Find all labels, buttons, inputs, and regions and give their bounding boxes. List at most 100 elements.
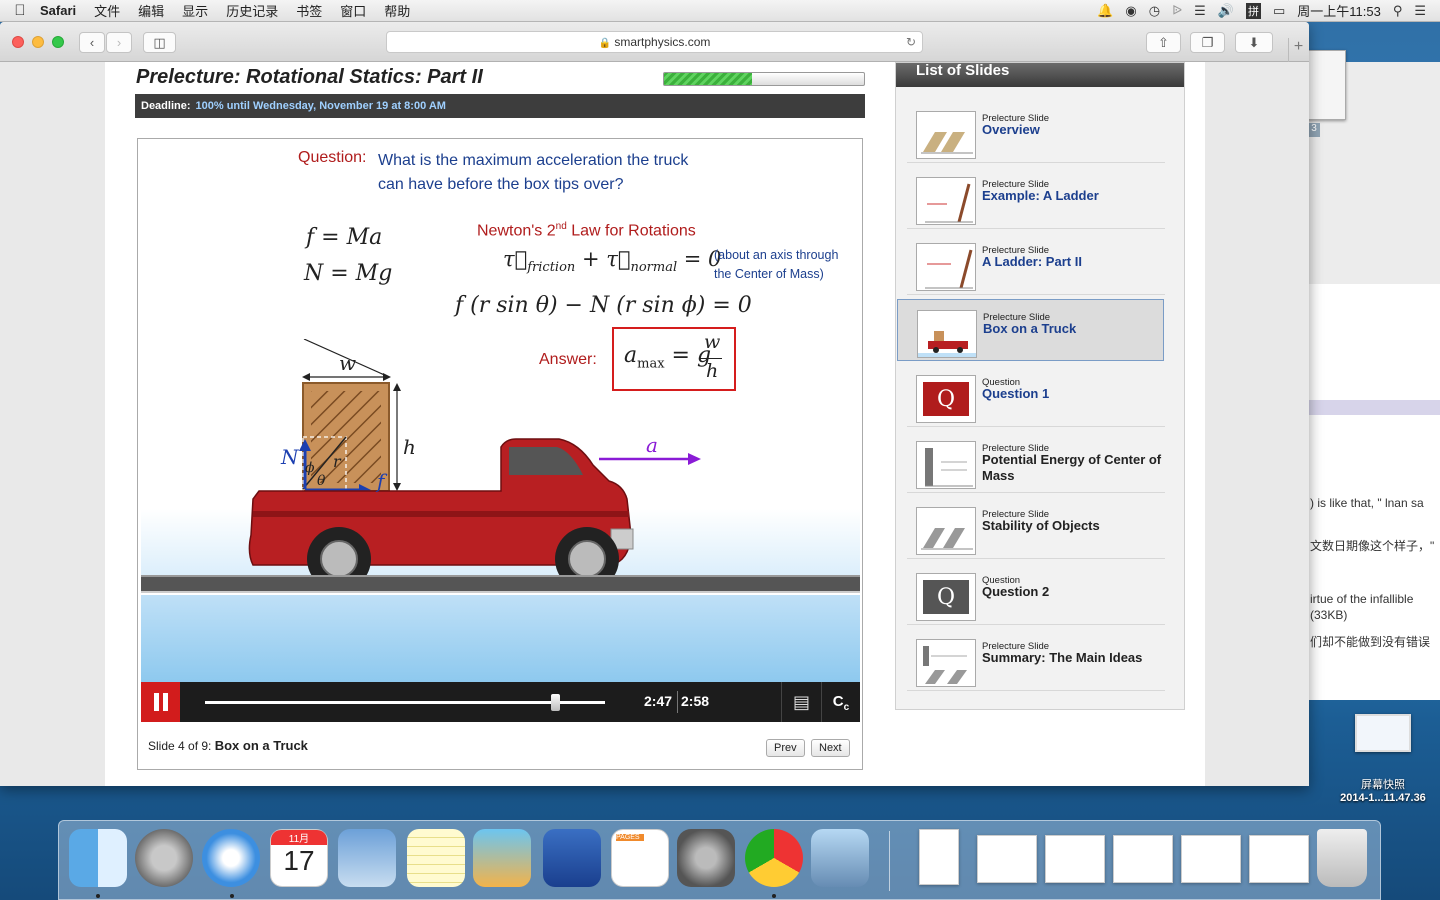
slide-thumbnail: Q <box>916 573 976 621</box>
menu-window[interactable]: 窗口 <box>340 1 366 20</box>
notification-bell-icon[interactable]: 🔔 <box>1097 3 1113 19</box>
question-icon: Q <box>923 382 969 416</box>
slide-list-item[interactable]: Prelecture Slide Summary: The Main Ideas <box>907 629 1165 691</box>
equation-torque-sum: τ⃗friction + τ⃗normal = 0 <box>503 247 722 276</box>
slide-list-item[interactable]: Prelecture Slide Example: A Ladder <box>907 167 1165 229</box>
minimized-window-thumbnail[interactable] <box>1249 835 1309 883</box>
browser-toolbar: ‹ › ◫ 🔒 smartphysics.com ↻ ⇧ ❐ ⬇ + <box>0 22 1309 62</box>
menu-bookmarks[interactable]: 书签 <box>296 1 322 20</box>
minimized-window-thumbnail[interactable] <box>1113 835 1173 883</box>
slide-thumbnail <box>916 111 976 159</box>
volume-icon[interactable]: 🔊 <box>1218 3 1234 19</box>
seek-bar[interactable] <box>205 701 605 704</box>
downloads-button[interactable]: ⬇ <box>1235 32 1273 53</box>
dictionary-icon[interactable] <box>543 829 601 887</box>
menu-edit[interactable]: 编辑 <box>138 1 164 20</box>
menu-clock[interactable]: 周一上午11:53 <box>1297 1 1381 20</box>
app-menu[interactable]: Safari <box>40 3 76 18</box>
slide-footer: Slide 4 of 9: Box on a Truck <box>148 738 308 753</box>
slide-list-item[interactable]: Prelecture Slide A Ladder: Part II <box>907 233 1165 295</box>
minimize-window-button[interactable] <box>32 36 44 48</box>
close-window-button[interactable] <box>12 36 24 48</box>
minimized-window-thumbnail[interactable] <box>1181 835 1241 883</box>
seek-handle[interactable] <box>551 694 560 711</box>
trash-icon[interactable] <box>1317 829 1367 887</box>
sky-reflection <box>141 595 860 684</box>
reload-icon[interactable]: ↻ <box>906 32 916 53</box>
next-button[interactable]: Next <box>811 739 850 757</box>
slide-list-panel: List of Slides Prelecture Slide Overview… <box>895 62 1185 710</box>
safari-icon[interactable] <box>202 829 260 887</box>
input-method-icon[interactable]: 拼 <box>1245 2 1261 19</box>
background-text-line: irtue of the infallible <box>1310 592 1414 606</box>
menu-history[interactable]: 历史记录 <box>226 1 278 20</box>
notes-icon[interactable]: ▤ <box>781 682 821 722</box>
current-time: 2:47 <box>644 693 673 709</box>
background-text-line: 们却不能做到没有错误 <box>1310 635 1431 649</box>
road <box>141 575 860 593</box>
slide-list-item[interactable]: Q Question Question 2 <box>907 563 1165 625</box>
slide-title: Question 1 <box>982 386 1050 401</box>
notes-app-icon[interactable] <box>407 829 465 887</box>
running-indicator <box>772 894 776 898</box>
battery-icon[interactable]: ▭ <box>1273 3 1285 19</box>
video-player-controls: 2:47 2:58 ▤ Cc <box>141 682 860 722</box>
background-window-band <box>1308 400 1440 415</box>
sidebar-toggle-button[interactable]: ◫ <box>143 32 176 53</box>
label-width-w: w <box>339 351 357 375</box>
slide-list-item-active[interactable]: Prelecture Slide Box on a Truck <box>897 299 1164 361</box>
desktop-screenshot-file[interactable]: 屏幕快照 2014-1...11.47.36 <box>1328 714 1438 804</box>
launchpad-icon[interactable] <box>135 829 193 887</box>
new-tab-icon[interactable]: + <box>1288 38 1308 62</box>
share-button[interactable]: ⇧ <box>1146 32 1181 53</box>
preview-icon[interactable] <box>811 829 869 887</box>
dock: 11月 17 PAGES <box>58 820 1381 900</box>
bluetooth-icon[interactable]: ᐉ <box>1172 3 1182 19</box>
search-agent-icon[interactable]: ◉ <box>1125 3 1136 19</box>
calendar-icon[interactable]: 11月 17 <box>270 829 328 887</box>
desktop-file-name: 屏幕快照 <box>1361 779 1405 791</box>
cc-label: C <box>832 693 844 710</box>
pause-icon <box>162 693 168 711</box>
slide-list-item[interactable]: Prelecture Slide Stability of Objects <box>907 497 1165 559</box>
slide-list-item[interactable]: Q Question Question 1 <box>907 365 1165 427</box>
mail-stamp-icon[interactable] <box>338 829 396 887</box>
truck-illustration <box>248 339 701 591</box>
pause-button[interactable] <box>141 682 180 722</box>
slide-title: A Ladder: Part II <box>982 254 1082 269</box>
time-machine-icon[interactable]: ◷ <box>1149 3 1160 19</box>
slide-title: Box on a Truck <box>983 321 1077 336</box>
system-preferences-icon[interactable] <box>677 829 735 887</box>
chrome-icon[interactable] <box>745 829 803 887</box>
screenshot-file-icon <box>1355 714 1411 752</box>
zoom-window-button[interactable] <box>52 36 64 48</box>
slide-thumbnail: Q <box>916 375 976 423</box>
slide-list-item[interactable]: Prelecture Slide Overview <box>907 101 1165 163</box>
pages-icon[interactable]: PAGES <box>611 829 669 887</box>
back-button[interactable]: ‹ <box>79 32 105 53</box>
forward-button[interactable]: › <box>106 32 132 53</box>
menu-help[interactable]: 帮助 <box>384 1 410 20</box>
menu-view[interactable]: 显示 <box>182 1 208 20</box>
slide-list-item[interactable]: Prelecture Slide Potential Energy of Cen… <box>907 431 1165 493</box>
tabs-overview-button[interactable]: ❐ <box>1190 32 1225 53</box>
notification-center-icon[interactable]: ☰ <box>1414 3 1426 19</box>
pause-icon <box>153 693 159 711</box>
spotlight-search-icon[interactable]: ⚲ <box>1393 3 1403 19</box>
page-title: Prelecture: Rotational Statics: Part II <box>136 66 483 88</box>
wifi-icon[interactable]: ☰ <box>1194 3 1206 19</box>
prev-button[interactable]: Prev <box>766 739 805 757</box>
slide-viewer: Question: What is the maximum accelerati… <box>137 138 863 770</box>
menu-file[interactable]: 文件 <box>94 1 120 20</box>
background-text-line: (33KB) <box>1310 608 1348 622</box>
address-bar[interactable]: 🔒 smartphysics.com ↻ <box>386 31 923 53</box>
finder-icon[interactable] <box>69 829 127 887</box>
photo-booth-icon[interactable] <box>473 829 531 887</box>
minimized-window-thumbnail[interactable] <box>977 835 1037 883</box>
closed-captions-button[interactable]: Cc <box>821 682 860 722</box>
document-icon[interactable] <box>919 829 959 885</box>
dock-separator <box>889 831 890 891</box>
slide-title: Overview <box>982 122 1040 137</box>
minimized-window-thumbnail[interactable] <box>1045 835 1105 883</box>
apple-menu-icon[interactable]:  <box>0 2 40 19</box>
